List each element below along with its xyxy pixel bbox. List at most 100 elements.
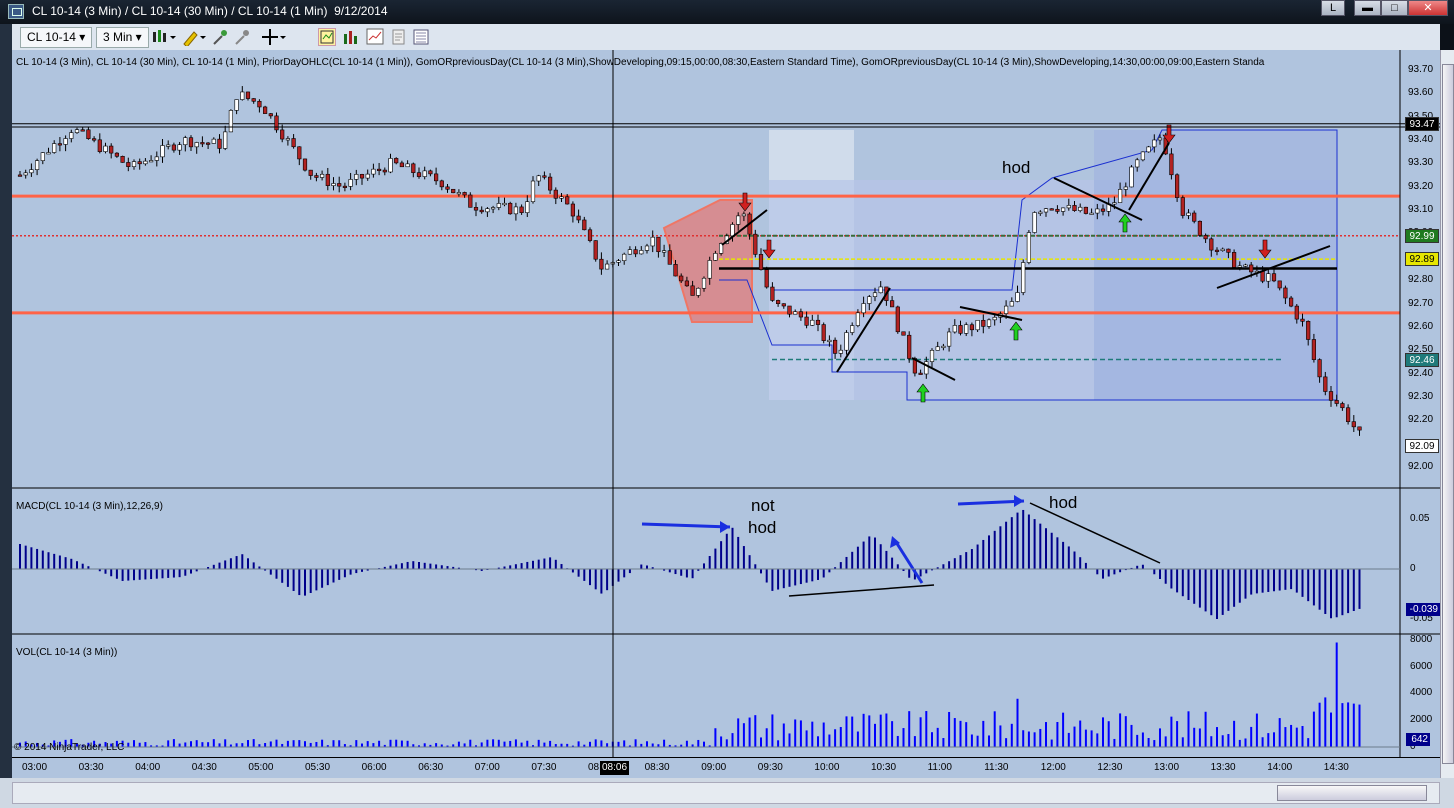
candle-body bbox=[1328, 391, 1334, 401]
time-tick-label: 06:00 bbox=[361, 762, 387, 773]
candle-body bbox=[473, 207, 479, 211]
candle-body bbox=[29, 169, 34, 174]
candle-body bbox=[633, 249, 638, 255]
candle-body bbox=[490, 207, 496, 210]
candle-body bbox=[1123, 186, 1128, 190]
properties-icon[interactable] bbox=[412, 28, 430, 46]
price-marker: 92.09 bbox=[1405, 438, 1439, 453]
candle-body bbox=[1049, 208, 1054, 211]
candle-body bbox=[1203, 235, 1208, 240]
candle-body bbox=[867, 296, 872, 304]
candle-body bbox=[1249, 264, 1254, 273]
candle-body bbox=[280, 129, 285, 140]
candle-body bbox=[958, 325, 963, 334]
candle-body bbox=[570, 203, 575, 217]
candle-body bbox=[981, 319, 986, 327]
candle-body bbox=[382, 169, 387, 173]
data-box-icon[interactable] bbox=[318, 28, 336, 46]
candle-body bbox=[1243, 264, 1248, 267]
candle-body bbox=[1289, 297, 1294, 307]
vertical-scroll-thumb[interactable] bbox=[1442, 64, 1454, 764]
horizontal-scroll-thumb[interactable] bbox=[1277, 785, 1427, 801]
bar-chart-icon[interactable] bbox=[342, 28, 360, 46]
minimize-button[interactable]: ▬ bbox=[1354, 0, 1381, 16]
candle-body bbox=[114, 152, 119, 157]
time-tick-label: 10:30 bbox=[871, 762, 897, 773]
candle-body bbox=[1129, 166, 1134, 188]
candle-body bbox=[736, 215, 741, 225]
close-button[interactable]: ✕ bbox=[1408, 0, 1448, 16]
candle-body bbox=[741, 213, 746, 217]
time-tick-label: 10:00 bbox=[814, 762, 840, 773]
copyright-label: © 2014 NinjaTrader, LLC bbox=[14, 742, 125, 753]
vertical-scrollbar[interactable] bbox=[1440, 50, 1454, 778]
candle-body bbox=[713, 253, 718, 261]
candle-body bbox=[536, 175, 541, 182]
candle-body bbox=[1038, 211, 1043, 214]
pencil-icon[interactable] bbox=[182, 28, 206, 48]
chart-style-icon[interactable] bbox=[152, 28, 176, 46]
candle-body bbox=[872, 292, 878, 297]
drawing-tool-icon[interactable] bbox=[212, 28, 230, 46]
volume-tick-label: 6000 bbox=[1410, 660, 1433, 672]
remove-drawing-icon[interactable] bbox=[234, 28, 252, 46]
app-icon bbox=[8, 4, 24, 19]
time-tick-label: 12:30 bbox=[1097, 762, 1123, 773]
horizontal-scrollbar[interactable] bbox=[12, 782, 1440, 804]
candle-body bbox=[194, 142, 199, 148]
price-marker: 92.46 bbox=[1405, 352, 1439, 367]
candle-body bbox=[319, 173, 325, 178]
candle-body bbox=[263, 106, 268, 114]
interval-selector[interactable]: 3 Min ▾ bbox=[96, 27, 149, 48]
instrument-label: CL 10-14 bbox=[27, 30, 76, 44]
candle-body bbox=[878, 286, 883, 294]
price-tick-label: 92.40 bbox=[1408, 367, 1434, 379]
candle-body bbox=[1283, 287, 1288, 299]
candle-body bbox=[918, 372, 923, 375]
chart-canvas[interactable] bbox=[12, 50, 1440, 780]
candle-body bbox=[644, 245, 650, 251]
link-button[interactable]: L bbox=[1321, 0, 1345, 16]
time-tick-label: 07:30 bbox=[531, 762, 557, 773]
candle-body bbox=[1214, 249, 1220, 252]
candle-body bbox=[445, 186, 450, 190]
candle-body bbox=[542, 175, 547, 178]
candle-body bbox=[451, 188, 456, 194]
candle-body bbox=[120, 155, 125, 163]
crosshair-icon[interactable] bbox=[262, 28, 286, 46]
candle-body bbox=[251, 98, 256, 102]
candle-body bbox=[183, 137, 188, 146]
candle-body bbox=[770, 286, 775, 301]
price-marker: 92.89 bbox=[1405, 252, 1439, 267]
candle-body bbox=[582, 219, 587, 231]
candle-body bbox=[1294, 305, 1299, 320]
candle-body bbox=[861, 303, 866, 314]
candle-body bbox=[211, 138, 216, 144]
chart-area[interactable]: CL 10-14 (3 Min), CL 10-14 (30 Min), CL … bbox=[12, 50, 1440, 780]
chart-toolbar: CL 10-14 ▾ 3 Min ▾ bbox=[12, 24, 1440, 51]
price-tick-label: 93.30 bbox=[1408, 157, 1434, 169]
candle-body bbox=[1032, 212, 1037, 233]
candle-body bbox=[1003, 305, 1009, 314]
volume-tick-label: 8000 bbox=[1410, 633, 1433, 645]
window-title: CL 10-14 (3 Min) / CL 10-14 (30 Min) / C… bbox=[32, 4, 388, 18]
candle-body bbox=[1112, 202, 1117, 205]
maximize-button[interactable]: □ bbox=[1381, 0, 1408, 16]
time-tick-label: 13:30 bbox=[1210, 762, 1236, 773]
time-tick-label: 14:30 bbox=[1323, 762, 1349, 773]
candle-body bbox=[901, 331, 906, 336]
candle-body bbox=[547, 176, 553, 191]
candle-body bbox=[793, 311, 798, 315]
time-tick-label: 09:30 bbox=[757, 762, 783, 773]
candle-body bbox=[707, 260, 712, 279]
hod-annotation-macd-2: hod bbox=[1049, 493, 1078, 512]
candle-body bbox=[1089, 212, 1094, 215]
candle-body bbox=[781, 303, 786, 307]
instrument-selector[interactable]: CL 10-14 ▾ bbox=[20, 27, 93, 48]
line-chart-icon[interactable] bbox=[366, 28, 384, 46]
candle-body bbox=[946, 331, 952, 347]
price-marker: 93.47 bbox=[1405, 116, 1439, 131]
price-tick-label: 92.30 bbox=[1408, 390, 1434, 402]
template-icon[interactable] bbox=[390, 28, 408, 46]
candle-body bbox=[166, 144, 171, 147]
